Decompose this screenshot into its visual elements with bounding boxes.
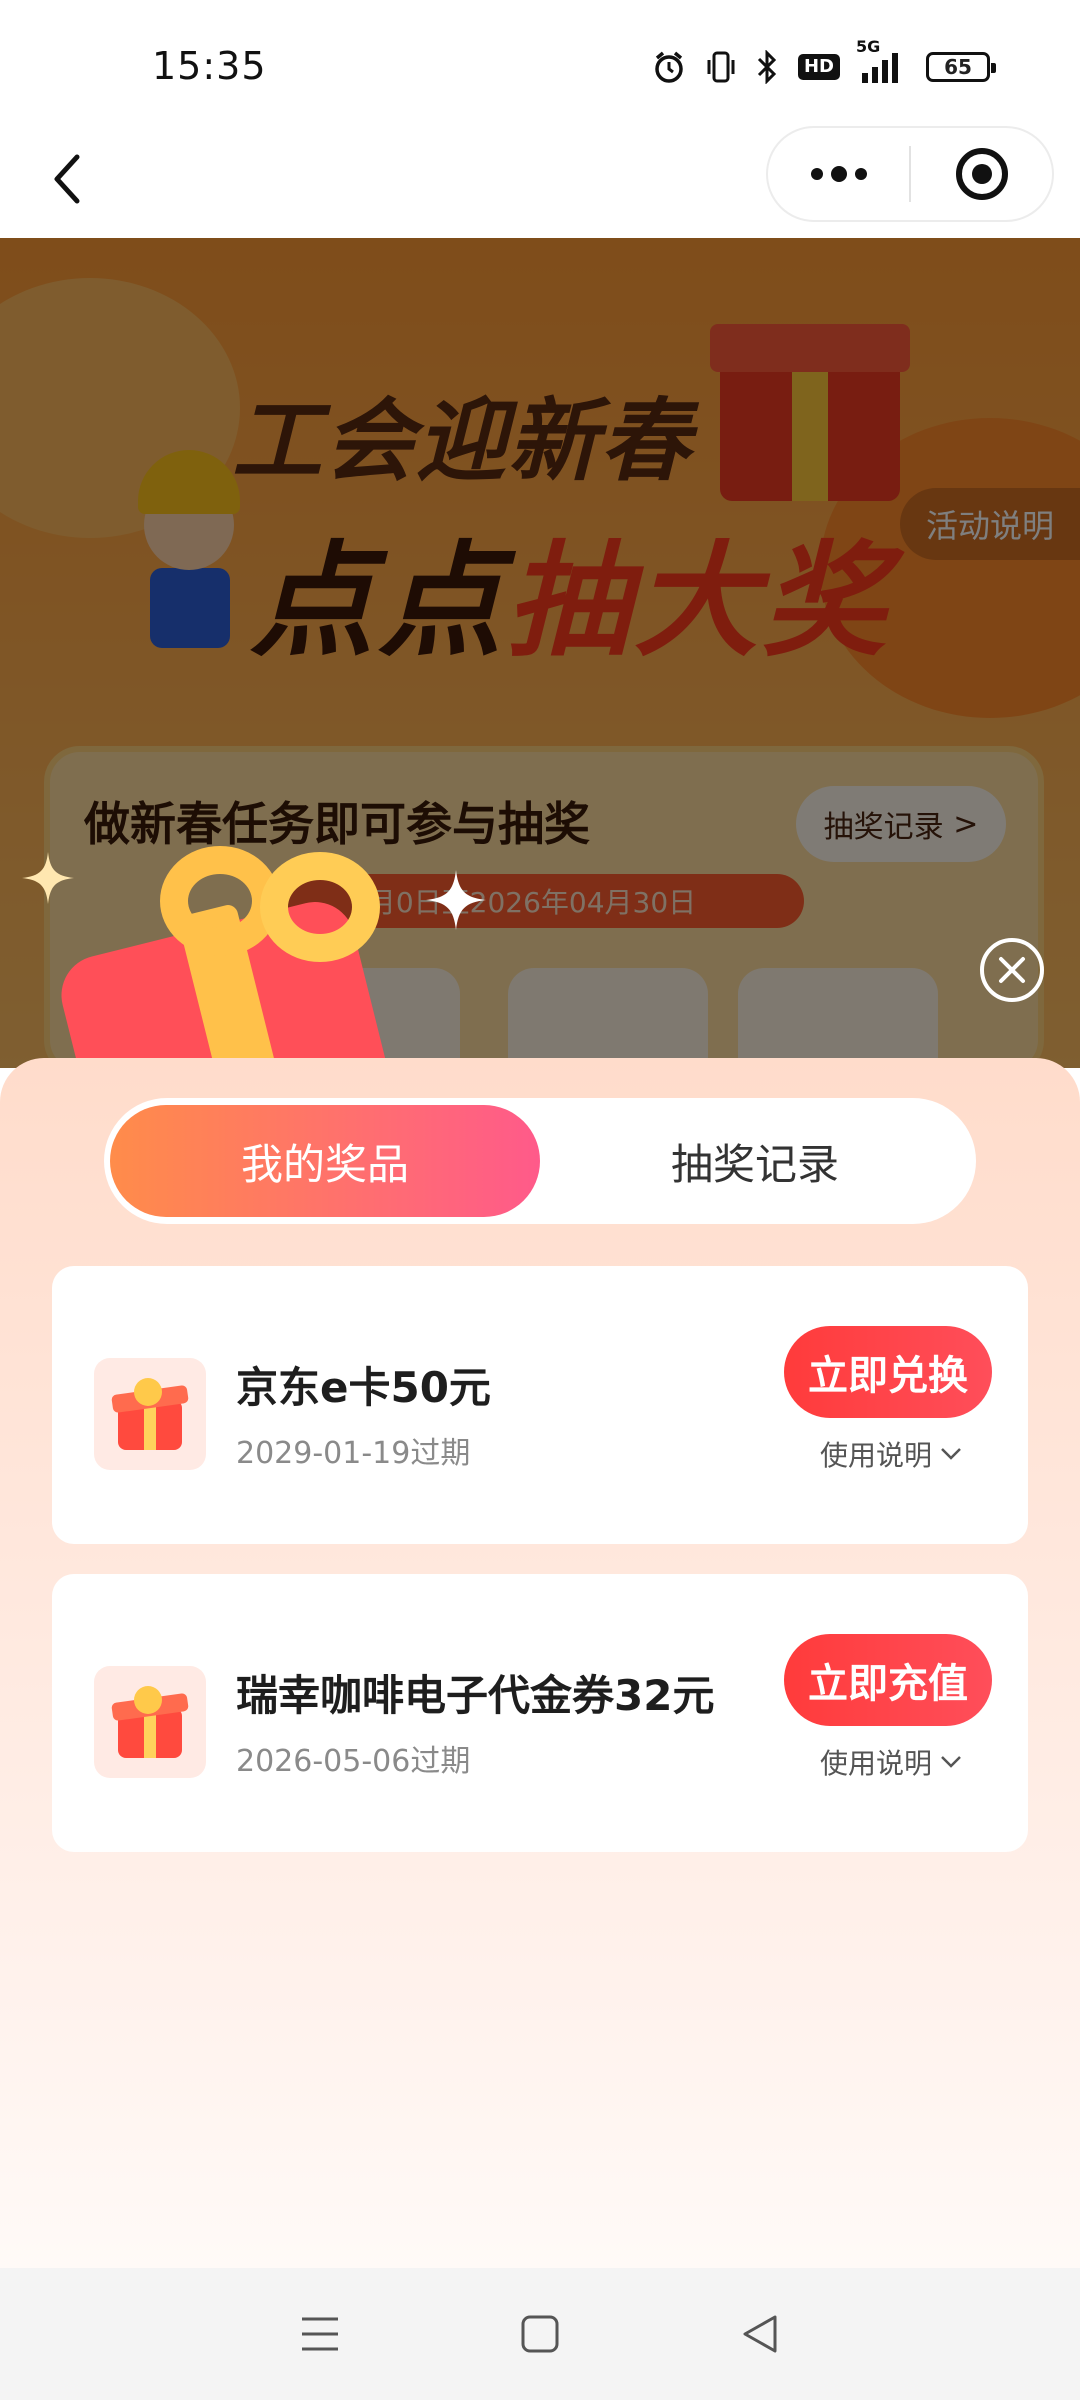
more-dots-icon: [810, 166, 867, 182]
back-button[interactable]: [36, 148, 98, 210]
redeem-button[interactable]: 立即兑换: [784, 1326, 992, 1418]
triangle-back-icon: [743, 2315, 777, 2353]
gift-box-icon: [94, 1666, 206, 1778]
chevron-left-icon: [54, 154, 80, 204]
prize-expiry: 2026-05-06过期: [236, 1744, 471, 1779]
prize-tabs: 我的奖品 抽奖记录: [104, 1098, 976, 1224]
prize-name: 京东e卡50元: [236, 1363, 491, 1412]
menu-button[interactable]: [288, 2302, 352, 2366]
target-circle-icon: [955, 148, 1008, 200]
usage-instructions-toggle[interactable]: 使用说明: [820, 1434, 962, 1474]
sparkle-icon: [426, 870, 486, 934]
sparkle-icon: [22, 852, 74, 908]
usage-instructions-label: 使用说明: [819, 1747, 932, 1780]
tab-my-prizes[interactable]: 我的奖品: [110, 1105, 540, 1217]
battery-level: 65: [944, 55, 972, 79]
status-time: 15:35: [152, 44, 267, 88]
tab-draw-records[interactable]: 抽奖记录: [540, 1105, 970, 1217]
chevron-down-icon: [941, 1756, 961, 1768]
prize-card: 京东e卡50元 2029-01-19过期 立即兑换 使用说明: [52, 1266, 1028, 1544]
home-button[interactable]: [508, 2302, 572, 2366]
miniapp-capsule: [766, 126, 1054, 222]
status-icons: HD 5G 65: [652, 37, 996, 84]
back-system-button[interactable]: [728, 2302, 792, 2366]
prize-name: 瑞幸咖啡电子代金券32元: [236, 1671, 715, 1720]
status-bar: 15:35 HD 5G 65: [0, 0, 1080, 120]
close-icon: [999, 957, 1025, 983]
prize-sheet: 我的奖品 抽奖记录 京东e卡50元 2029-01-19过期 立即兑换 使用说明…: [0, 1058, 1080, 2268]
menu-lines-icon: [302, 2317, 338, 2351]
close-modal-button[interactable]: [980, 938, 1044, 1002]
chevron-down-icon: [941, 1448, 961, 1460]
bluetooth-icon: [756, 50, 778, 84]
signal-icon: 5G: [856, 37, 906, 83]
square-icon: [521, 2315, 559, 2353]
more-button[interactable]: [768, 128, 909, 220]
usage-instructions-label: 使用说明: [819, 1439, 932, 1472]
gift-box-icon: [94, 1358, 206, 1470]
prize-card: 瑞幸咖啡电子代金券32元 2026-05-06过期 立即充值 使用说明: [52, 1574, 1028, 1852]
nav-bar: [0, 120, 1080, 238]
close-miniapp-button[interactable]: [911, 128, 1052, 220]
alarm-icon: [652, 50, 686, 84]
hd-badge: HD: [797, 54, 840, 80]
recharge-button[interactable]: 立即充值: [784, 1634, 992, 1726]
vibrate-icon: [706, 50, 736, 84]
prize-expiry: 2029-01-19过期: [236, 1436, 471, 1471]
network-type-label: 5G: [856, 37, 881, 56]
usage-instructions-toggle[interactable]: 使用说明: [820, 1742, 962, 1782]
system-navigation-bar: [0, 2268, 1080, 2400]
battery-icon: 65: [926, 52, 996, 82]
